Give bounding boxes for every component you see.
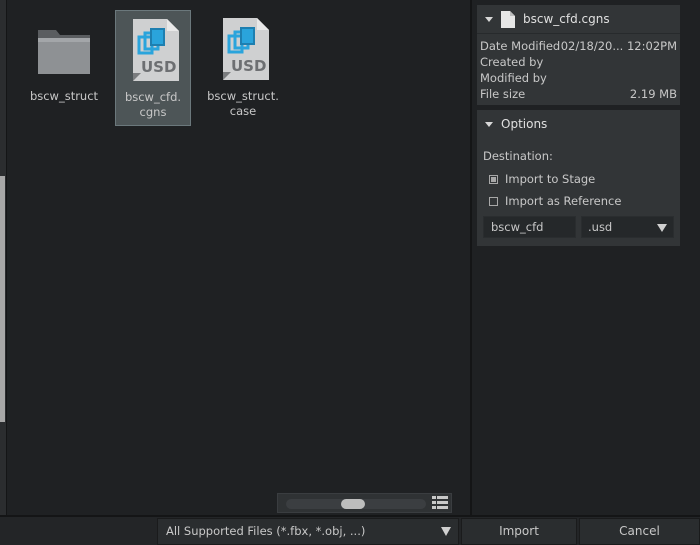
right-panel: bscw_cfd.cgns Date Modified 02/18/20... …: [472, 0, 700, 515]
grid-view-icon[interactable]: [432, 496, 448, 510]
dropdown-arrow-icon: [657, 224, 667, 232]
folder-icon: [38, 30, 90, 74]
document-icon: [501, 10, 515, 28]
file-item-selected[interactable]: USD bscw_cfd. cgns: [115, 10, 191, 126]
options-header[interactable]: Options: [477, 110, 680, 138]
options-title: Options: [501, 117, 548, 131]
file-info-header[interactable]: bscw_cfd.cgns: [477, 5, 680, 33]
import-as-reference-checkbox[interactable]: [489, 196, 498, 206]
bottom-bar: All Supported Files (*.fbx, *.obj, ...) …: [0, 515, 700, 545]
zoom-slider-bar[interactable]: [277, 493, 452, 513]
info-row-modified: Modified by: [480, 70, 677, 86]
import-to-stage-label: Import to Stage: [505, 172, 596, 186]
dropdown-arrow-icon: [441, 527, 451, 536]
zoom-slider-track[interactable]: [286, 499, 426, 509]
usd-badge: USD: [231, 57, 266, 75]
info-row-created: Created by: [480, 54, 677, 70]
options-body: Destination: Import to Stage Import as R…: [477, 149, 680, 238]
info-filename: bscw_cfd.cgns: [523, 12, 610, 26]
import-as-reference-option[interactable]: Import as Reference: [489, 194, 674, 208]
extension-dropdown[interactable]: .usd: [581, 216, 674, 238]
options-panel: Options Destination: Import to Stage Imp…: [477, 110, 680, 246]
import-button[interactable]: Import: [461, 518, 577, 545]
file-label: bscw_struct: [29, 89, 99, 103]
info-value: 02/18/20... 12:02PM: [560, 39, 677, 53]
file-info-rows: Date Modified 02/18/20... 12:02PM Create…: [477, 33, 680, 102]
file-type-filter-value: All Supported Files (*.fbx, *.obj, ...): [166, 524, 366, 538]
info-label: Modified by: [480, 71, 547, 85]
info-row-date: Date Modified 02/18/20... 12:02PM: [480, 38, 677, 54]
collapse-triangle-icon[interactable]: [485, 121, 493, 127]
info-value: 2.19 MB: [629, 87, 677, 101]
destination-label: Destination:: [483, 149, 553, 163]
file-item-folder[interactable]: bscw_struct: [26, 10, 102, 126]
usd-badge: USD: [141, 58, 176, 76]
info-label: Date Modified: [480, 39, 561, 53]
destination-inputs: bscw_cfd .usd: [483, 216, 674, 238]
import-to-stage-option[interactable]: Import to Stage: [489, 172, 674, 186]
info-label: File size: [480, 87, 526, 101]
file-label: bscw_cfd. cgns: [124, 90, 182, 119]
info-label: Created by: [480, 55, 544, 69]
collapse-triangle-icon[interactable]: [485, 16, 493, 22]
left-scrollbar[interactable]: [0, 0, 7, 515]
import-to-stage-checkbox[interactable]: [489, 174, 498, 184]
cancel-button[interactable]: Cancel: [579, 518, 700, 545]
file-grid: bscw_struct USD bscw_cfd. cgns USD bscw_…: [8, 0, 470, 515]
zoom-slider-thumb[interactable]: [341, 499, 365, 509]
extension-value: .usd: [588, 220, 613, 234]
usd-file-icon: USD: [133, 19, 179, 81]
file-item-usd[interactable]: USD bscw_struct. case: [205, 10, 281, 126]
left-scroll-handle[interactable]: [0, 176, 5, 422]
filename-input[interactable]: bscw_cfd: [483, 216, 576, 238]
info-row-size: File size 2.19 MB: [480, 86, 677, 102]
file-info-panel: bscw_cfd.cgns Date Modified 02/18/20... …: [477, 5, 680, 105]
usd-file-icon: USD: [223, 18, 269, 80]
import-as-reference-label: Import as Reference: [505, 194, 622, 208]
file-label: bscw_struct. case: [207, 89, 279, 118]
file-type-filter-dropdown[interactable]: All Supported Files (*.fbx, *.obj, ...): [157, 518, 459, 545]
